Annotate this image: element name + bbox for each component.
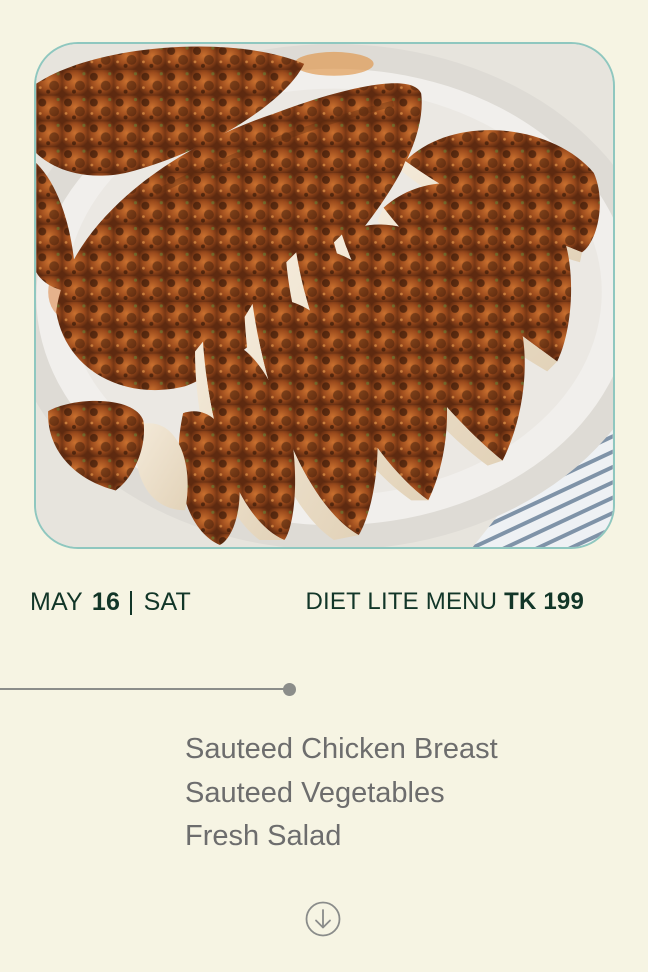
date-separator: [130, 590, 132, 615]
menu-item: Sauteed Vegetables: [185, 776, 445, 809]
date-month: MAY: [30, 588, 83, 616]
menu-title: DIET LITE MENU TK 199: [306, 588, 585, 616]
meal-photo: [34, 42, 615, 549]
menu-price: TK 199: [504, 588, 584, 615]
menu-item: Sauteed Chicken Breast: [185, 733, 498, 765]
timeline-divider: [0, 688, 284, 690]
scroll-down-button[interactable]: [305, 901, 341, 937]
menu-item: Fresh Salad: [185, 820, 342, 852]
grilled-chicken-illustration: [36, 44, 613, 547]
date-day: 16: [91, 588, 121, 616]
timeline-dot: [283, 683, 296, 696]
date-label: MAY 16 SAT: [30, 588, 191, 617]
arrow-down-circle-icon: [305, 901, 341, 937]
info-row: MAY 16 SAT DIET LITE MENU TK 199: [30, 588, 584, 624]
date-weekday: SAT: [143, 588, 192, 616]
menu-item-list: Sauteed Chicken Breast Sauteed Vegetable…: [185, 728, 625, 859]
menu-name: DIET LITE MENU: [305, 588, 498, 615]
meal-card: MAY 16 SAT DIET LITE MENU TK 199 Sauteed…: [0, 0, 648, 972]
